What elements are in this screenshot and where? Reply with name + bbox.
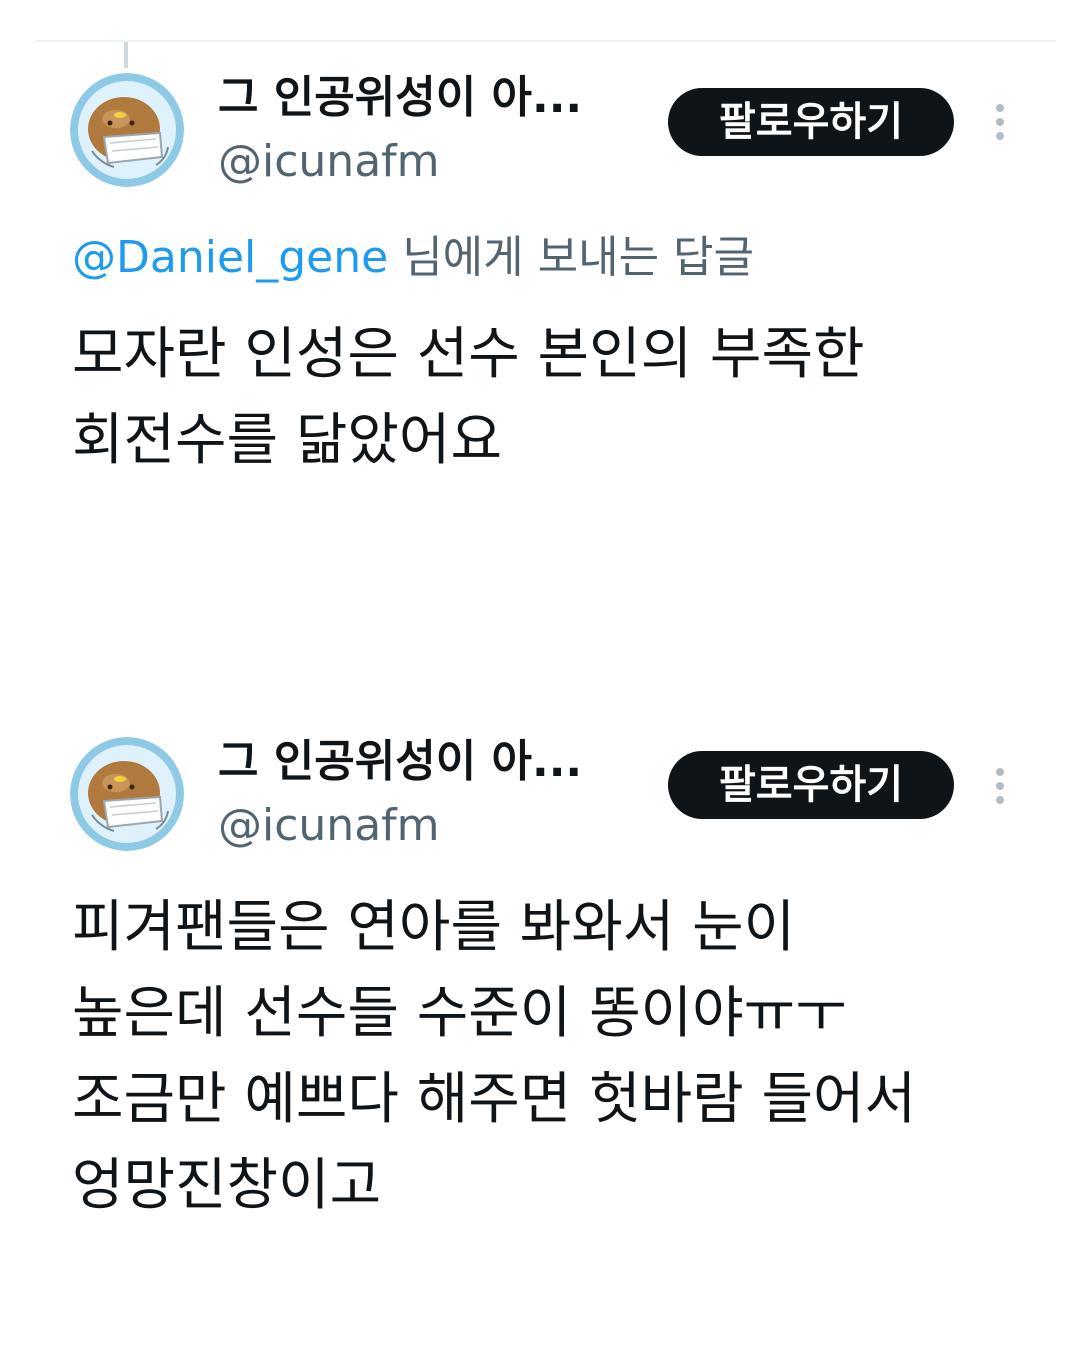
tweet-text-line: 엉망진창이고 xyxy=(72,1153,382,1218)
more-vertical-icon[interactable] xyxy=(982,762,1018,810)
avatar[interactable] xyxy=(70,737,184,851)
tweet-text-line: 높은데 선수들 수준이 똥이야ㅠㅜ xyxy=(72,981,847,1046)
potato-character-avatar-icon xyxy=(70,73,184,187)
tweet-text-line: 모자란 인성은 선수 본인의 부족한 xyxy=(72,322,865,387)
user-handle[interactable]: @icunafm xyxy=(218,134,440,190)
tweet-text-line: 조금만 예쁘다 해주면 헛바람 들어서 xyxy=(72,1067,917,1132)
reply-context-suffix: 님에게 보내는 답글 xyxy=(388,232,755,283)
user-handle[interactable]: @icunafm xyxy=(218,798,440,854)
top-divider xyxy=(36,40,1056,42)
tweet-text-line: 피겨팬들은 연아를 봐와서 눈이 xyxy=(72,895,796,960)
display-name[interactable]: 그 인공위성이 아... xyxy=(218,734,582,790)
thread-connector-line xyxy=(124,42,128,68)
avatar[interactable] xyxy=(70,73,184,187)
tweet-text-line: 회전수를 닮았어요 xyxy=(72,408,502,473)
potato-character-avatar-icon xyxy=(70,737,184,851)
reply-mention-link[interactable]: @Daniel_gene xyxy=(72,232,388,283)
reply-context: @Daniel_gene 님에게 보내는 답글 xyxy=(72,230,754,286)
follow-button[interactable]: 팔로우하기 xyxy=(668,88,954,156)
tweet-text: 모자란 인성은 선수 본인의 부족한 회전수를 닮았어요 xyxy=(72,312,1032,484)
display-name[interactable]: 그 인공위성이 아... xyxy=(218,70,582,126)
more-vertical-icon[interactable] xyxy=(982,98,1018,146)
tweet-text: 피겨팬들은 연아를 봐와서 눈이 높은데 선수들 수준이 똥이야ㅠㅜ 조금만 예… xyxy=(72,885,1032,1229)
follow-button[interactable]: 팔로우하기 xyxy=(668,751,954,819)
